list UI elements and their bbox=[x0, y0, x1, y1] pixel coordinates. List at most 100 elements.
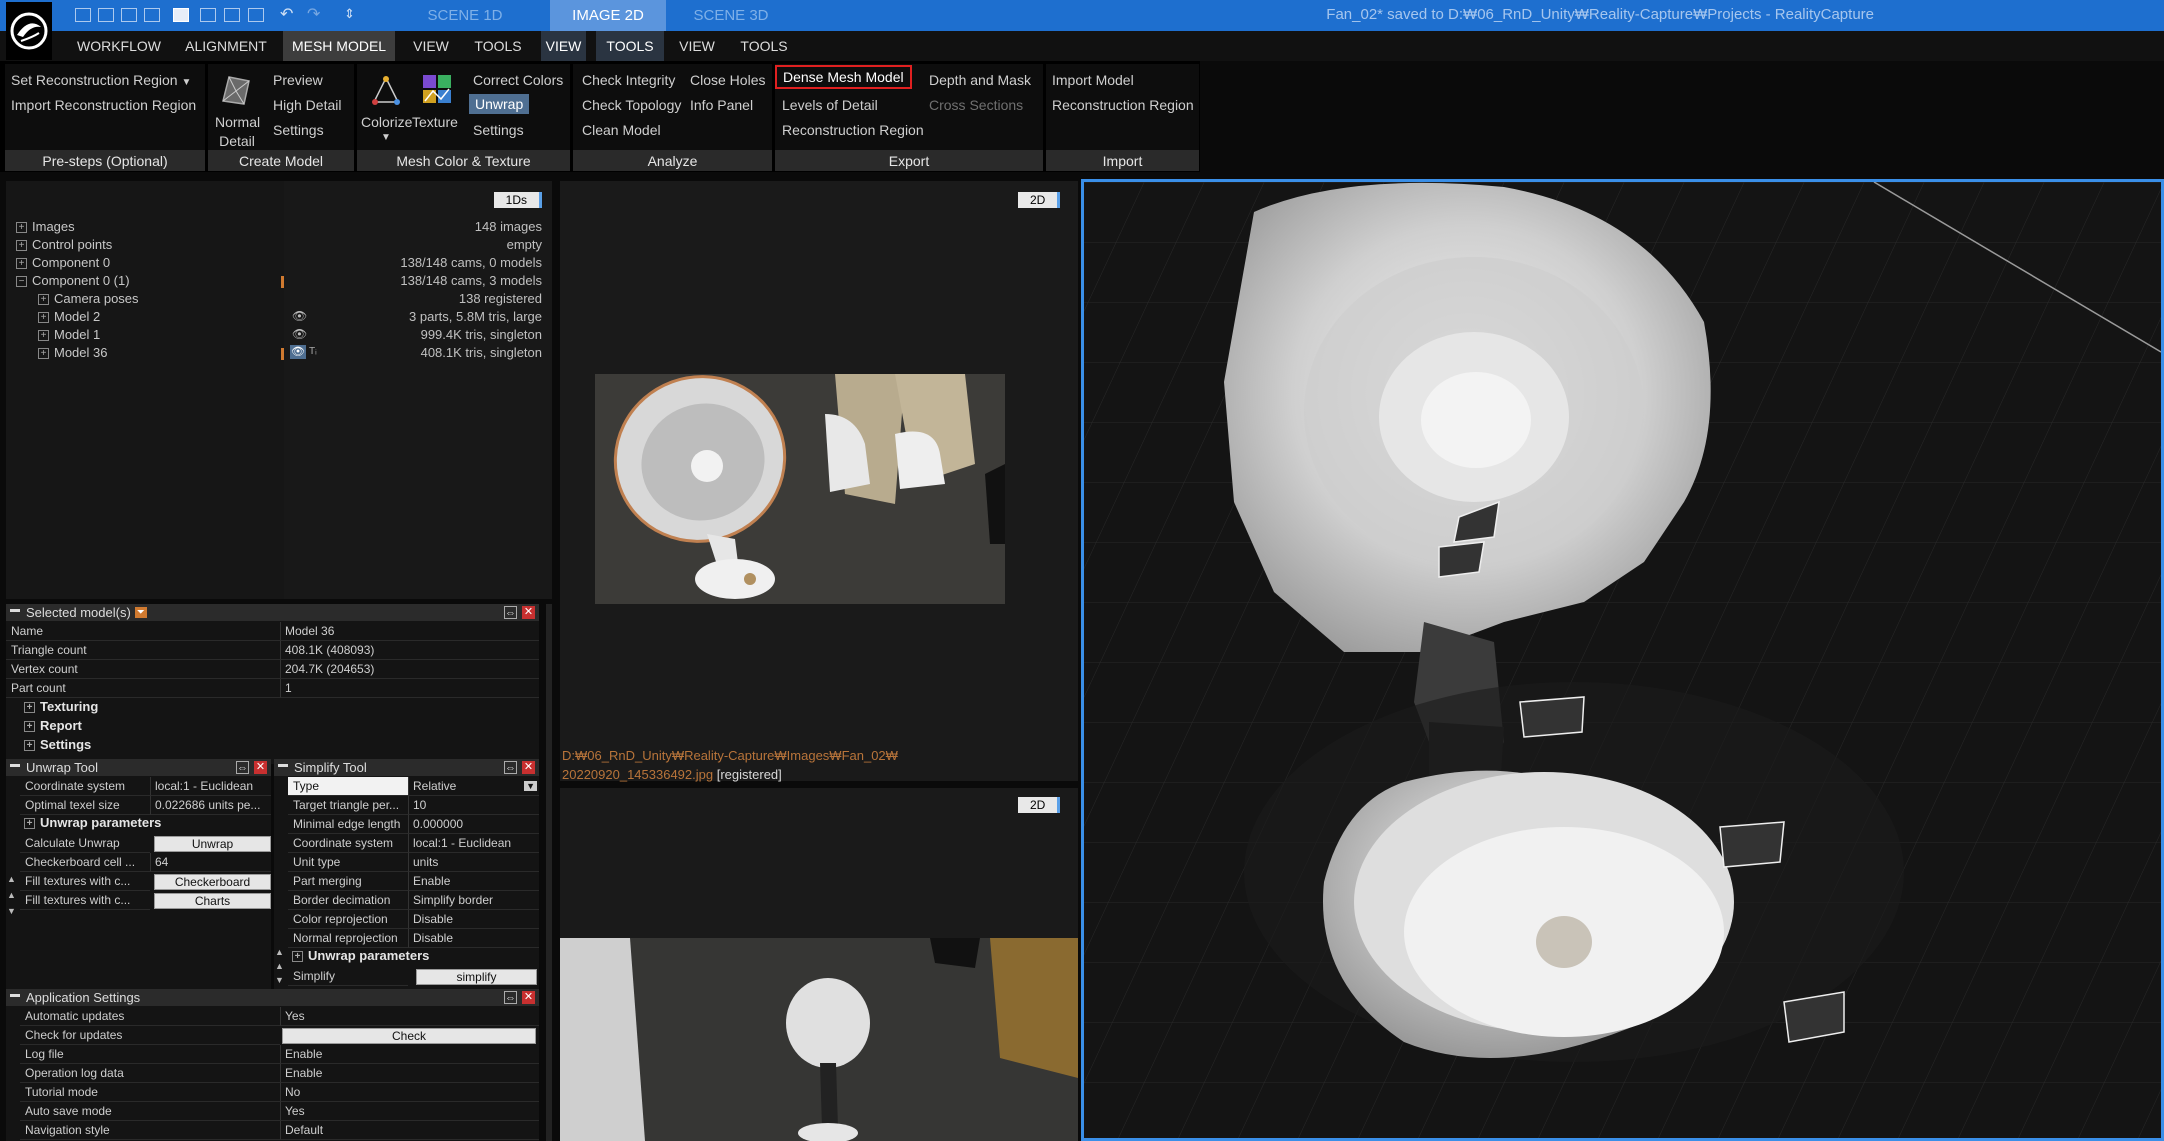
layout-8-icon[interactable] bbox=[248, 8, 264, 22]
depth-and-mask-button[interactable]: Depth and Mask bbox=[929, 72, 1031, 88]
pin-icon[interactable]: ⇔ bbox=[236, 761, 249, 774]
pin-icon[interactable]: ⇔ bbox=[504, 991, 517, 1004]
section-texturing[interactable]: + Texturing bbox=[24, 699, 98, 718]
section-unwrap-parameters-2[interactable]: + Unwrap parameters bbox=[292, 948, 429, 967]
texture-settings-button[interactable]: Settings bbox=[473, 122, 524, 138]
row-value[interactable]: local:1 - Euclidean bbox=[408, 834, 539, 853]
row-value[interactable]: Simplify border bbox=[408, 891, 539, 910]
eye-icon[interactable]: 👁 bbox=[292, 309, 307, 323]
expand-icon[interactable]: + bbox=[16, 240, 27, 252]
panel-scroll-icons[interactable]: ▲ ▲ ▼ bbox=[275, 945, 285, 989]
menu-tools-3[interactable]: TOOLS bbox=[732, 31, 796, 61]
row-value[interactable]: Enable bbox=[408, 872, 539, 891]
tab-scene-3d[interactable]: SCENE 3D bbox=[666, 0, 796, 31]
panel-collapse-icon[interactable]: ▬ bbox=[10, 759, 20, 770]
clean-model-button[interactable]: Clean Model bbox=[582, 122, 661, 138]
expand-icon[interactable]: + bbox=[38, 312, 49, 324]
close-icon[interactable]: ✕ bbox=[254, 761, 267, 774]
row-value[interactable]: 10 bbox=[408, 796, 539, 815]
quick-access-dropdown-icon[interactable]: ⇕ bbox=[344, 6, 355, 22]
expand-icon[interactable]: + bbox=[24, 818, 35, 830]
panel-scroll-icons[interactable]: ▲ ▲ ▼ bbox=[7, 871, 17, 919]
row-value[interactable]: Enable bbox=[280, 1045, 539, 1064]
close-holes-button[interactable]: Close Holes bbox=[690, 72, 765, 88]
unwrap-run-button[interactable]: Unwrap bbox=[154, 836, 271, 852]
filter-icon[interactable]: ⏷ bbox=[134, 607, 147, 618]
expand-icon[interactable]: + bbox=[38, 294, 49, 306]
undo-icon[interactable]: ↶ bbox=[280, 5, 293, 25]
redo-icon[interactable]: ↷ bbox=[307, 5, 320, 25]
tree-item-model-36[interactable]: + Model 36 bbox=[38, 345, 107, 360]
app-logo-icon[interactable] bbox=[6, 2, 52, 60]
unwrap-button[interactable]: Unwrap bbox=[469, 94, 530, 114]
import-reconstruction-region-button[interactable]: Import Reconstruction Region bbox=[11, 97, 196, 113]
layout-7-icon[interactable] bbox=[224, 8, 240, 22]
pin-icon[interactable]: ⇔ bbox=[504, 606, 517, 619]
menu-view-2[interactable]: VIEW bbox=[541, 31, 586, 61]
menu-view-1[interactable]: VIEW bbox=[402, 31, 460, 61]
menu-mesh-model[interactable]: MESH MODEL bbox=[283, 31, 395, 61]
import-model-button[interactable]: Import Model bbox=[1052, 72, 1134, 88]
checkerboard-button[interactable]: Checkerboard bbox=[154, 874, 271, 890]
expand-icon[interactable]: + bbox=[38, 348, 49, 360]
eye-icon[interactable]: 👁 bbox=[290, 345, 306, 359]
eye-icon[interactable]: 👁 bbox=[292, 327, 307, 341]
row-value[interactable]: Disable bbox=[408, 910, 539, 929]
section-settings[interactable]: + Settings bbox=[24, 737, 91, 756]
texture-icon[interactable] bbox=[421, 73, 453, 107]
layout-5-icon[interactable] bbox=[173, 8, 189, 22]
row-value[interactable]: Yes bbox=[280, 1102, 539, 1121]
menu-workflow[interactable]: WORKFLOW bbox=[70, 31, 168, 61]
import-reconstruction-region-button-2[interactable]: Reconstruction Region bbox=[1052, 97, 1194, 113]
dense-mesh-model-button[interactable]: Dense Mesh Model bbox=[775, 65, 912, 89]
colorize-icon[interactable] bbox=[371, 75, 401, 107]
camera-image-thumbnail[interactable] bbox=[595, 374, 1005, 604]
pin-icon[interactable]: ⇔ bbox=[504, 761, 517, 774]
expand-icon[interactable]: + bbox=[16, 222, 27, 234]
create-settings-button[interactable]: Settings bbox=[273, 122, 324, 138]
checkerboard-cell-input[interactable]: 64 bbox=[150, 853, 271, 872]
check-integrity-button[interactable]: Check Integrity bbox=[582, 72, 675, 88]
row-value[interactable]: units bbox=[408, 853, 539, 872]
tree-item-camera-poses[interactable]: + Camera poses bbox=[38, 291, 139, 306]
tree-item-model-2[interactable]: + Model 2 bbox=[38, 309, 100, 324]
layout-3-icon[interactable] bbox=[121, 8, 137, 22]
tab-image-2d[interactable]: IMAGE 2D bbox=[550, 0, 666, 31]
chevron-down-icon[interactable]: ▼ bbox=[524, 781, 537, 791]
expand-icon[interactable]: + bbox=[24, 721, 35, 733]
layout-1-icon[interactable] bbox=[75, 8, 91, 22]
section-unwrap-parameters[interactable]: + Unwrap parameters bbox=[24, 815, 161, 834]
close-icon[interactable]: ✕ bbox=[522, 606, 535, 619]
row-value[interactable]: Model 36 bbox=[280, 622, 539, 641]
row-value[interactable]: Yes bbox=[280, 1007, 539, 1026]
tab-scene-1d[interactable]: SCENE 1D bbox=[380, 0, 550, 31]
section-report[interactable]: + Report bbox=[24, 718, 82, 737]
set-reconstruction-region-button[interactable]: Set Reconstruction Region ▼ bbox=[11, 72, 191, 88]
tree-item-model-1[interactable]: + Model 1 bbox=[38, 327, 100, 342]
colorize-dropdown-icon[interactable]: ▼ bbox=[381, 132, 391, 143]
high-detail-button[interactable]: High Detail bbox=[273, 97, 341, 113]
normal-detail-icon[interactable] bbox=[220, 73, 252, 107]
layout-4-icon[interactable] bbox=[144, 8, 160, 22]
expand-icon[interactable]: + bbox=[24, 702, 35, 714]
check-updates-button[interactable]: Check bbox=[282, 1028, 536, 1044]
row-value[interactable]: Enable bbox=[280, 1064, 539, 1083]
correct-colors-button[interactable]: Correct Colors bbox=[473, 72, 563, 88]
type-select[interactable]: Relative ▼ bbox=[408, 777, 539, 796]
layout-6-icon[interactable] bbox=[200, 8, 216, 22]
tree-item-images[interactable]: + Images bbox=[16, 219, 75, 234]
expand-icon[interactable]: + bbox=[24, 740, 35, 752]
expand-icon[interactable]: + bbox=[38, 330, 49, 342]
export-reconstruction-region-button[interactable]: Reconstruction Region bbox=[782, 122, 924, 138]
panel-collapse-icon[interactable]: ▬ bbox=[278, 759, 288, 770]
panel-scrollbar[interactable] bbox=[546, 604, 552, 1141]
row-value[interactable]: 0.000000 bbox=[408, 815, 539, 834]
info-panel-button[interactable]: Info Panel bbox=[690, 97, 753, 113]
expand-icon[interactable]: + bbox=[292, 951, 303, 963]
simplify-button[interactable]: simplify bbox=[416, 969, 537, 985]
expand-icon[interactable]: + bbox=[16, 258, 27, 270]
menu-tools-2[interactable]: TOOLS bbox=[596, 31, 664, 61]
charts-button[interactable]: Charts bbox=[154, 893, 271, 909]
menu-alignment[interactable]: ALIGNMENT bbox=[175, 31, 277, 61]
colorize-button[interactable]: Colorize bbox=[361, 114, 412, 130]
